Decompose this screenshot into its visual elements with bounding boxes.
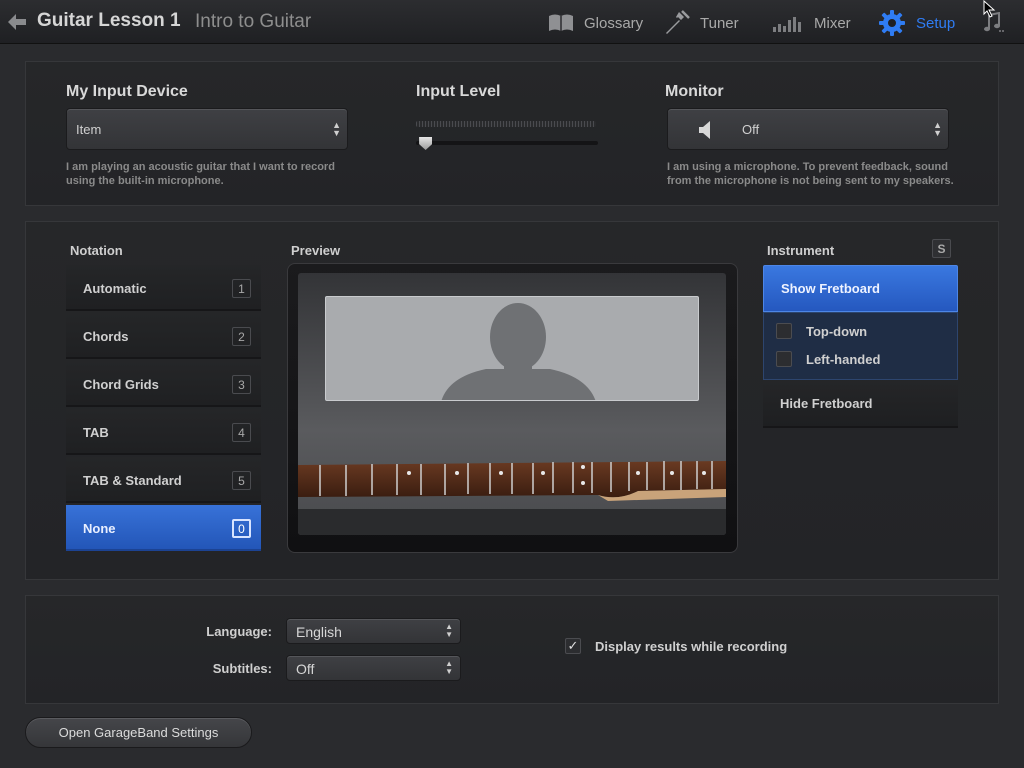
nav-glossary[interactable]: Glossary	[548, 8, 643, 38]
settings-panel	[25, 595, 999, 704]
shortcut-key-badge: 5	[232, 471, 251, 490]
lesson-subtitle: Intro to Guitar	[195, 11, 312, 32]
left-handed-checkbox[interactable]: Left-handed	[776, 351, 880, 367]
notation-item-chord-grids[interactable]: Chord Grids 3	[66, 361, 261, 407]
preview-notation-strip	[298, 509, 726, 535]
select-arrows-icon: ▲ ▼	[445, 659, 453, 676]
tuning-fork-icon	[666, 10, 690, 34]
person-silhouette-icon	[441, 303, 596, 400]
nav-setup-label: Setup	[916, 14, 956, 32]
select-arrows-icon: ▲ ▼	[445, 622, 453, 639]
back-button[interactable]	[4, 8, 30, 36]
subtitles-select[interactable]: Off ▲ ▼	[286, 655, 461, 681]
show-fretboard-label: Show Fretboard	[781, 281, 880, 296]
instructor-video-placeholder	[325, 296, 699, 401]
shortcut-key-badge: 4	[232, 423, 251, 442]
input-level-slider[interactable]	[416, 141, 598, 145]
language-value: English	[296, 624, 342, 640]
notation-item-automatic[interactable]: Automatic 1	[66, 265, 261, 311]
monitor-value: Off	[742, 122, 760, 137]
preview-label: Preview	[291, 243, 341, 258]
input-device-help: I am playing an acoustic guitar that I w…	[66, 161, 335, 187]
select-arrows-icon: ▲ ▼	[332, 120, 341, 138]
monitor-label: Monitor	[665, 83, 724, 100]
notation-label: Notation	[70, 243, 123, 258]
shortcut-key-badge: 1	[232, 279, 251, 298]
mixer-bars-icon	[773, 17, 801, 32]
lesson-title: Guitar Lesson 1	[37, 10, 181, 31]
nav-mixer[interactable]: Mixer	[772, 8, 851, 38]
top-down-label: Top-down	[806, 323, 868, 339]
speaker-muted-icon	[699, 121, 710, 139]
select-arrows-icon: ▲ ▼	[933, 120, 942, 138]
notation-item-tab[interactable]: TAB 4	[66, 409, 261, 455]
notation-item-label: Chord Grids	[83, 377, 159, 392]
nav-setup[interactable]: Setup	[878, 8, 955, 38]
input-device-value: Item	[76, 122, 102, 137]
instrument-shortcut-key: S	[932, 239, 951, 258]
shortcut-key-badge: 3	[232, 375, 251, 394]
nav-mixer-label: Mixer	[814, 14, 851, 32]
input-device-label: My Input Device	[66, 83, 188, 100]
notation-item-label: Chords	[83, 329, 129, 344]
nav-tuner[interactable]: Tuner	[664, 8, 739, 38]
notation-item-label: TAB & Standard	[83, 473, 182, 488]
shortcut-key-badge: 2	[232, 327, 251, 346]
display-results-label: Display results while recording	[595, 638, 788, 654]
preview-screen	[298, 273, 726, 535]
hide-fretboard-label: Hide Fretboard	[780, 396, 873, 411]
shortcut-key-badge: 0	[232, 519, 251, 538]
top-down-checkbox[interactable]: Top-down	[776, 323, 867, 339]
input-level-label: Input Level	[416, 83, 501, 100]
notation-item-chords[interactable]: Chords 2	[66, 313, 261, 359]
fretboard-options: Top-down Left-handed	[763, 312, 958, 380]
subtitles-label: Subtitles:	[212, 661, 272, 676]
instrument-label: Instrument	[767, 243, 835, 258]
language-select[interactable]: English ▲ ▼	[286, 618, 461, 644]
back-arrow-icon	[8, 14, 26, 30]
checkbox-box[interactable]	[776, 351, 792, 367]
subtitles-value: Off	[296, 661, 315, 677]
nav-tuner-label: Tuner	[700, 14, 739, 32]
notation-item-none[interactable]: None 0	[66, 505, 261, 551]
monitor-help: I am using a microphone. To prevent feed…	[667, 161, 954, 187]
monitor-select[interactable]: Off ▲ ▼	[667, 108, 949, 150]
checkbox-box[interactable]	[776, 323, 792, 339]
notation-item-label: None	[83, 521, 116, 536]
open-garageband-settings-button[interactable]: Open GarageBand Settings	[25, 717, 252, 748]
display-results-checkbox[interactable]: ✓ Display results while recording	[565, 638, 787, 654]
input-level-meter	[416, 121, 596, 127]
top-bar: Guitar Lesson 1 Intro to Guitar Glossary…	[0, 0, 1024, 44]
show-fretboard-button[interactable]: Show Fretboard	[763, 265, 958, 312]
book-icon	[549, 14, 573, 31]
notation-item-label: Automatic	[83, 281, 147, 296]
nav-glossary-label: Glossary	[584, 14, 644, 32]
notation-item-label: TAB	[83, 425, 109, 440]
guitar-fretboard-image	[298, 461, 726, 501]
hide-fretboard-button[interactable]: Hide Fretboard	[763, 381, 958, 428]
input-device-select[interactable]: Item ▲ ▼	[66, 108, 348, 150]
language-label: Language:	[206, 624, 272, 639]
mouse-cursor-icon	[983, 0, 996, 18]
checkbox-box[interactable]: ✓	[565, 638, 581, 654]
gear-icon	[879, 10, 905, 36]
notation-item-tab-standard[interactable]: TAB & Standard 5	[66, 457, 261, 503]
left-handed-label: Left-handed	[806, 351, 881, 367]
